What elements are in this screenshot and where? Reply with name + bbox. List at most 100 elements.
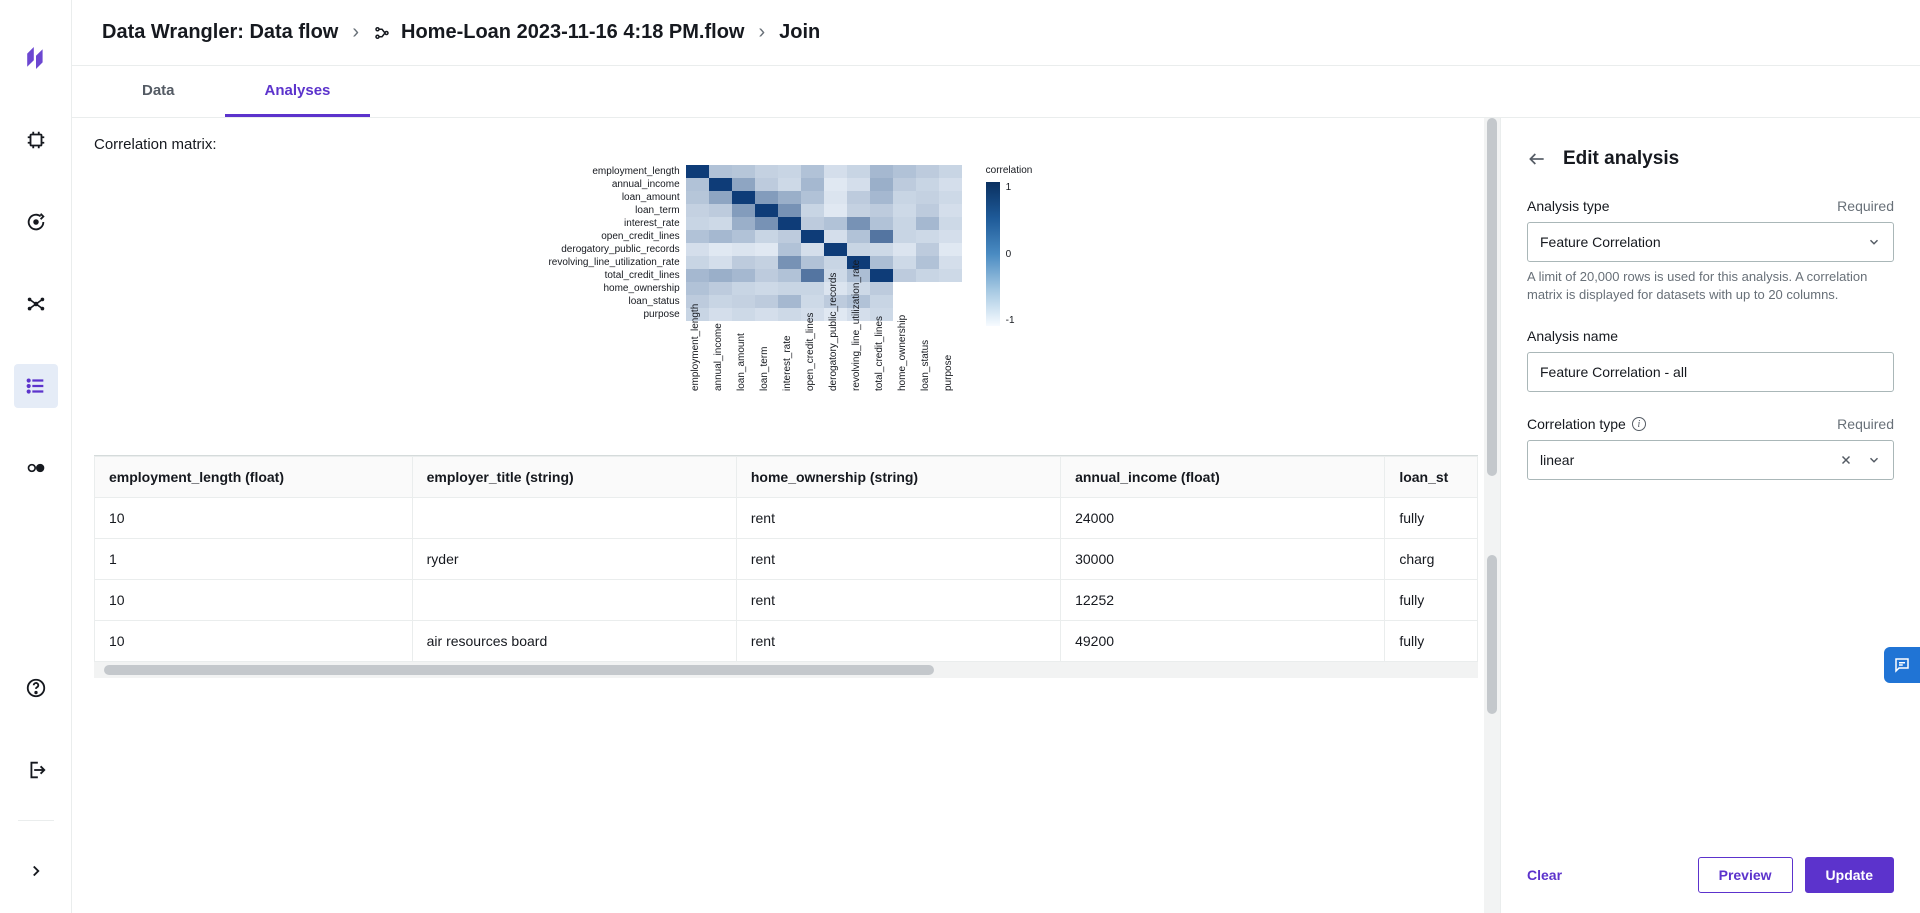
heatmap-legend: correlation 1 0 -1 — [986, 165, 1033, 326]
heatmap-cell — [801, 230, 824, 243]
heatmap-cell — [732, 217, 755, 230]
chip-icon[interactable] — [14, 118, 58, 162]
preview-button[interactable]: Preview — [1698, 857, 1793, 893]
heatmap-cell — [847, 243, 870, 256]
info-icon[interactable]: i — [1632, 417, 1646, 431]
heatmap-cell — [732, 243, 755, 256]
heatmap-cell — [755, 191, 778, 204]
logout-icon[interactable] — [14, 748, 58, 792]
heatmap-cell — [755, 256, 778, 269]
horizontal-scrollbar[interactable] — [94, 662, 1478, 678]
studio-logo-icon[interactable] — [14, 36, 58, 80]
heatmap-cell — [709, 217, 732, 230]
table-row[interactable]: 10air resources boardrent49200fully — [95, 621, 1478, 662]
refresh-icon[interactable] — [14, 200, 58, 244]
table-row[interactable]: 1ryderrent30000charg — [95, 539, 1478, 580]
heatmap-cell — [870, 165, 893, 178]
update-button[interactable]: Update — [1805, 857, 1894, 893]
chevron-right-icon: › — [758, 21, 765, 44]
heatmap-cell — [801, 256, 824, 269]
analysis-type-select[interactable]: Feature Correlation — [1527, 222, 1894, 262]
heatmap-cell — [916, 308, 939, 321]
heatmap-y-label: home_ownership — [546, 283, 686, 294]
heatmap-cell — [755, 308, 778, 321]
heatmap-cell — [686, 230, 709, 243]
heatmap-cell — [916, 191, 939, 204]
legend-tick: 1 — [1006, 182, 1015, 193]
heatmap-cell — [893, 243, 916, 256]
heatmap-cell — [709, 178, 732, 191]
back-arrow-icon[interactable] — [1527, 149, 1547, 169]
heatmap-cell — [755, 230, 778, 243]
table-row[interactable]: 10rent12252fully — [95, 580, 1478, 621]
list-icon[interactable] — [14, 364, 58, 408]
heatmap-y-label: revolving_line_utilization_rate — [546, 257, 686, 268]
tab-analyses[interactable]: Analyses — [225, 66, 371, 117]
heatmap-cell — [939, 269, 962, 282]
analysis-name-input[interactable]: Feature Correlation - all — [1527, 352, 1894, 392]
table-header[interactable]: home_ownership (string) — [736, 457, 1060, 498]
heatmap-cell — [893, 178, 916, 191]
heatmap-cell — [801, 178, 824, 191]
heatmap-cell — [755, 204, 778, 217]
heatmap-cell — [916, 295, 939, 308]
breadcrumb-node[interactable]: Join — [779, 21, 820, 44]
shapes-icon[interactable] — [14, 446, 58, 490]
correlation-type-value: linear — [1540, 452, 1574, 468]
table-cell — [412, 498, 736, 539]
analysis-type-label: Analysis type — [1527, 198, 1609, 214]
heatmap-cell — [732, 191, 755, 204]
heatmap-cell — [916, 282, 939, 295]
table-header[interactable]: employment_length (float) — [95, 457, 413, 498]
heatmap-cell — [824, 243, 847, 256]
heatmap-cell — [939, 256, 962, 269]
tab-data[interactable]: Data — [102, 66, 215, 117]
heatmap-cell — [732, 282, 755, 295]
clear-button[interactable]: Clear — [1527, 857, 1562, 893]
heatmap-cell — [939, 178, 962, 191]
heatmap-cell — [801, 243, 824, 256]
breadcrumb-root[interactable]: Data Wrangler: Data flow — [102, 21, 338, 44]
table-cell: 12252 — [1061, 580, 1385, 621]
chat-icon[interactable] — [1884, 647, 1920, 683]
table-header[interactable]: annual_income (float) — [1061, 457, 1385, 498]
clear-icon[interactable] — [1839, 453, 1853, 467]
heatmap-cell — [939, 295, 962, 308]
analysis-name-value: Feature Correlation - all — [1540, 364, 1687, 380]
heatmap-cell — [893, 165, 916, 178]
graph-icon[interactable] — [14, 282, 58, 326]
heatmap-cell — [801, 191, 824, 204]
heatmap-cell — [916, 217, 939, 230]
table-row[interactable]: 10rent24000fully — [95, 498, 1478, 539]
heatmap-cell — [709, 230, 732, 243]
heatmap-cell — [686, 282, 709, 295]
heatmap-cell — [686, 165, 709, 178]
vertical-scrollbar[interactable] — [1484, 118, 1500, 913]
heatmap-cell — [732, 308, 755, 321]
heatmap-cell — [778, 308, 801, 321]
heatmap-y-label: derogatory_public_records — [546, 244, 686, 255]
correlation-type-select[interactable]: linear — [1527, 440, 1894, 480]
table-header[interactable]: employer_title (string) — [412, 457, 736, 498]
table-cell: rent — [736, 539, 1060, 580]
heatmap-cell — [893, 191, 916, 204]
expand-icon[interactable] — [14, 849, 58, 893]
table-cell: fully — [1385, 580, 1478, 621]
breadcrumb: Data Wrangler: Data flow › Home-Loan 202… — [72, 0, 1920, 66]
heatmap-y-label: loan_amount — [546, 192, 686, 203]
table-header[interactable]: loan_st — [1385, 457, 1478, 498]
heatmap-cell — [939, 191, 962, 204]
required-label: Required — [1837, 198, 1894, 214]
heatmap-y-label: loan_status — [546, 296, 686, 307]
heatmap-cell — [755, 282, 778, 295]
heatmap-cell — [709, 269, 732, 282]
breadcrumb-file[interactable]: Home-Loan 2023-11-16 4:18 PM.flow — [401, 21, 744, 44]
help-icon[interactable] — [14, 666, 58, 710]
heatmap-cell — [755, 165, 778, 178]
chevron-down-icon — [1867, 235, 1881, 249]
section-title: Correlation matrix: — [94, 136, 1478, 153]
heatmap-cell — [755, 269, 778, 282]
heatmap-cell — [801, 204, 824, 217]
heatmap-cell — [870, 217, 893, 230]
heatmap-cell — [916, 269, 939, 282]
